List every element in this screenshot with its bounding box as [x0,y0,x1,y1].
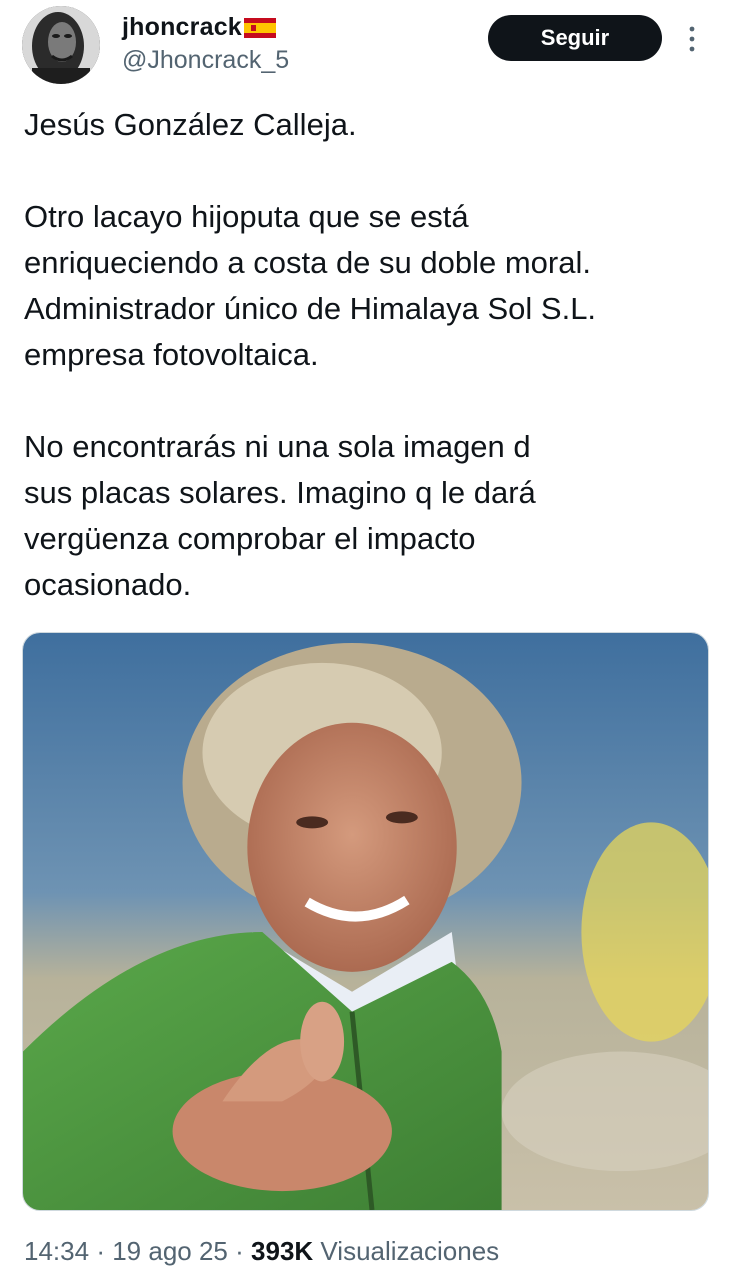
tweet-text: Jesús González Calleja. Otro lacayo hijo… [24,102,714,608]
tweet-line: empresa fotovoltaica. [24,337,319,372]
author-handle[interactable]: @Jhoncrack_5 [122,46,289,75]
avatar[interactable] [22,6,100,84]
tweet-date[interactable]: 19 ago 25 [112,1236,228,1266]
meta-separator: · [235,1236,244,1266]
tweet-line: No encontrarás ni una sola imagen d [24,429,531,464]
meta-separator: · [96,1236,105,1266]
tweet-meta: 14:34 · 19 ago 25 · 393K Visualizaciones [24,1236,499,1267]
views-count[interactable]: 393K [251,1236,313,1266]
display-name-row[interactable]: jhoncrack [122,10,289,44]
tweet-photo[interactable] [22,632,709,1211]
spain-flag-icon [243,18,276,38]
tweet-line: vergüenza comprobar el impacto [24,521,476,556]
more-options-icon[interactable] [684,22,700,56]
tweet-line: sus placas solares. Imagino q le dará [24,475,536,510]
tweet-line: ocasionado. [24,567,192,602]
views-label[interactable]: Visualizaciones [320,1236,499,1266]
avatar-image [22,6,100,84]
tweet-line: Otro lacayo hijoputa que se está [24,199,469,234]
tweet-line: Jesús González Calleja. [24,107,357,142]
author-names: jhoncrack @Jhoncrack_5 [122,10,289,75]
tweet-time[interactable]: 14:34 [24,1236,89,1266]
tweet-header: jhoncrack @Jhoncrack_5 Seguir [0,0,731,100]
follow-button[interactable]: Seguir [488,15,662,61]
tweet-line: enriqueciendo a costa de su doble moral. [24,245,591,280]
photo-man-pointing [23,633,708,1210]
tweet-line: Administrador único de Himalaya Sol S.L. [24,291,597,326]
display-name[interactable]: jhoncrack [122,13,242,42]
